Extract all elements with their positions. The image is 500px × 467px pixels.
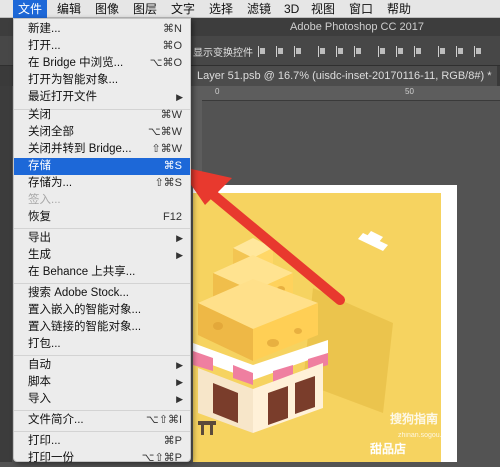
menu-item-share-on-behance[interactable]: 在 Behance 上共享...	[14, 264, 190, 281]
menu-item-automate[interactable]: 自动 ▶	[14, 357, 190, 374]
file-menu-dropdown: 新建... ⌘N 打开... ⌘O 在 Bridge 中浏览... ⌥⌘O 打开…	[13, 18, 191, 464]
menu-item-save-as[interactable]: 存储为... ⇧⌘S	[14, 175, 190, 192]
shortcut: ⌘P	[163, 435, 182, 447]
shortcut: ⌥⌘O	[149, 57, 182, 69]
shortcut: ⌥⇧⌘P	[141, 452, 182, 464]
menu-item-open[interactable]: 打开... ⌘O	[14, 38, 190, 55]
menu-separator	[14, 431, 190, 432]
shortcut: ⌥⇧⌘I	[146, 414, 182, 426]
menu-separator	[14, 283, 190, 284]
menu-item-open-recent[interactable]: 最近打开文件 ▶	[14, 89, 190, 106]
menu-item-search-adobe-stock[interactable]: 搜索 Adobe Stock...	[14, 285, 190, 302]
submenu-arrow-icon: ▶	[176, 377, 183, 387]
submenu-arrow-icon: ▶	[176, 92, 183, 102]
menu-item-import[interactable]: 导入 ▶	[14, 391, 190, 408]
menu-item-print[interactable]: 打印... ⌘P	[14, 433, 190, 450]
shortcut: ⌘W	[160, 109, 182, 121]
menu-item-export[interactable]: 导出 ▶	[14, 230, 190, 247]
shortcut: ⌘N	[163, 23, 182, 35]
menu-item-place-embedded[interactable]: 置入嵌入的智能对象...	[14, 302, 190, 319]
menu-item-open-as-smart-object[interactable]: 打开为智能对象...	[14, 72, 190, 89]
shortcut: ⌘S	[163, 160, 182, 172]
menu-item-close-and-go-to-bridge[interactable]: 关闭并转到 Bridge... ⇧⌘W	[14, 141, 190, 158]
menu-item-revert[interactable]: 恢复 F12	[14, 209, 190, 226]
menu-separator	[14, 410, 190, 411]
shortcut: ⌘O	[162, 40, 182, 52]
submenu-arrow-icon: ▶	[176, 250, 183, 260]
shortcut: ⇧⌘W	[151, 143, 182, 155]
shortcut: F12	[163, 211, 182, 223]
menu-item-file-info[interactable]: 文件简介... ⌥⇧⌘I	[14, 412, 190, 429]
submenu-arrow-icon: ▶	[176, 233, 183, 243]
menu-item-close-all[interactable]: 关闭全部 ⌥⌘W	[14, 124, 190, 141]
menu-separator	[14, 355, 190, 356]
menu-separator	[14, 228, 190, 229]
menu-item-browse-in-bridge[interactable]: 在 Bridge 中浏览... ⌥⌘O	[14, 55, 190, 72]
submenu-arrow-icon: ▶	[176, 394, 183, 404]
menu-item-package[interactable]: 打包...	[14, 336, 190, 353]
menu-item-place-linked[interactable]: 置入链接的智能对象...	[14, 319, 190, 336]
shortcut: ⇧⌘S	[154, 177, 182, 189]
menu-item-scripts[interactable]: 脚本 ▶	[14, 374, 190, 391]
menu-item-save[interactable]: 存储 ⌘S	[14, 158, 190, 175]
menu-item-close[interactable]: 关闭 ⌘W	[14, 107, 190, 124]
menu-item-new[interactable]: 新建... ⌘N	[14, 21, 190, 38]
menu-item-print-one-copy[interactable]: 打印一份 ⌥⇧⌘P	[14, 450, 190, 467]
menu-item-check-in: 签入...	[28, 194, 61, 206]
shortcut: ⌥⌘W	[147, 126, 182, 138]
submenu-arrow-icon: ▶	[176, 360, 183, 370]
menu-item-generate[interactable]: 生成 ▶	[14, 247, 190, 264]
